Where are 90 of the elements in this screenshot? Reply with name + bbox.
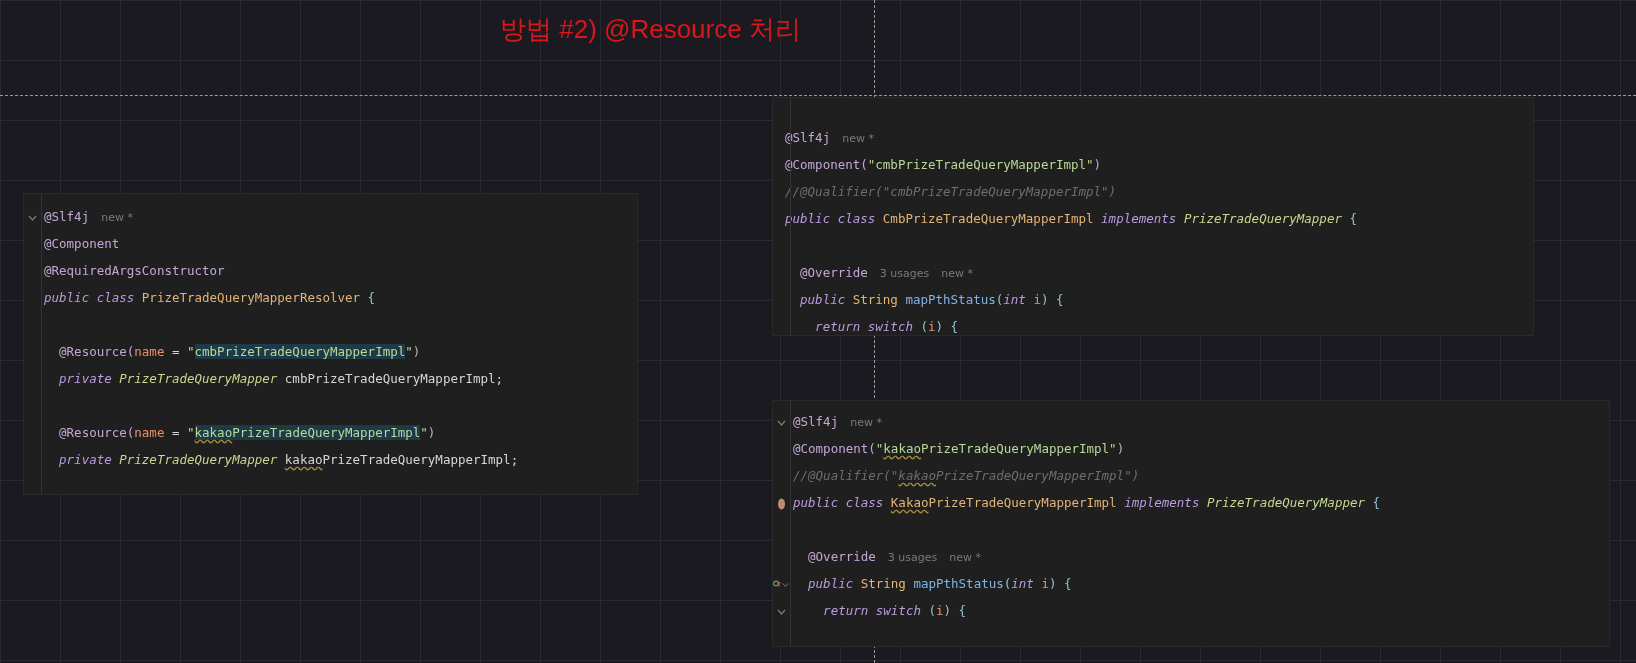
code-token: (	[920, 319, 928, 335]
code-token: )	[427, 425, 436, 441]
code-token: @Component	[44, 236, 120, 252]
code-token: @Slf4j	[44, 209, 90, 225]
code-token: (	[1003, 576, 1012, 592]
code-token: public	[799, 292, 847, 308]
code-token: "	[420, 425, 428, 441]
code-token: public	[807, 576, 855, 592]
code-token: String	[852, 292, 899, 308]
code-token: "	[187, 344, 195, 360]
code-token: CmbPrizeTradeQueryMapperImpl	[882, 211, 1095, 227]
code-token: implements	[1124, 495, 1201, 511]
code-token: PrizeTradeQueryMapperResolver	[141, 290, 361, 306]
code-token: PrizeTradeQueryMapperImpl	[232, 425, 421, 441]
inlay-hint: new *	[941, 267, 973, 281]
code-token: mapPthStatus	[905, 292, 996, 308]
code-token: ) {	[943, 603, 967, 619]
code-token: i	[1041, 576, 1049, 592]
code-token: {	[366, 290, 376, 306]
code-token: PrizeTradeQueryMapper	[1206, 495, 1365, 511]
code-token: "cmbPrizeTradeQueryMapperImpl"	[867, 157, 1094, 173]
inlay-hint: new *	[949, 551, 981, 565]
code-token: =	[170, 344, 181, 360]
code-token: //@Qualifier("	[793, 468, 899, 484]
code-token: i	[936, 603, 944, 619]
code-token: )	[1116, 441, 1125, 457]
code-token: kakao	[284, 452, 323, 468]
code-token: =	[170, 425, 181, 441]
code-token: public class	[793, 495, 885, 511]
inlay-hint: 3 usages	[887, 551, 938, 565]
code-token: i	[1033, 292, 1041, 308]
canvas-title: 방법 #2) @Resource 처리	[500, 13, 801, 46]
code-token: "	[405, 344, 413, 360]
code-token: Kakao	[890, 495, 929, 511]
code-token: @Override	[807, 549, 876, 565]
code-token: String	[860, 576, 907, 592]
code-token: private	[58, 452, 113, 468]
inlay-hint: new *	[850, 416, 882, 430]
code-token: cmbPrizeTradeQueryMapperImpl;	[284, 371, 504, 387]
code-token: PrizeTradeQueryMapperImpl;	[322, 452, 519, 468]
fold-chevron-icon[interactable]	[27, 214, 37, 221]
inlay-hint: new *	[101, 211, 133, 225]
code-token: public class	[44, 290, 136, 306]
inlay-hint: new *	[842, 132, 874, 146]
code-token: return switch	[822, 603, 922, 619]
code-token: )	[412, 344, 421, 360]
code-token: @RequiredArgsConstructor	[44, 263, 225, 279]
code-token: {	[1371, 495, 1381, 511]
code-token: i	[928, 319, 936, 335]
code-token: private	[58, 371, 113, 387]
code-token: "	[875, 441, 884, 457]
code-token: (	[928, 603, 936, 619]
inlay-hint: 3 usages	[879, 267, 930, 281]
code-token: )	[1093, 157, 1102, 173]
code-token: kakao	[898, 468, 936, 484]
code-token: implements	[1101, 211, 1178, 227]
code-token: name	[134, 344, 165, 360]
code-token: @Component(	[793, 441, 876, 457]
fold-chevron-icon[interactable]	[782, 581, 789, 588]
code-token: ) {	[935, 319, 959, 335]
code-token: int	[1011, 576, 1035, 592]
code-token: int	[1003, 292, 1027, 308]
code-token: kakao	[194, 425, 233, 441]
code-token: mapPthStatus	[913, 576, 1004, 592]
code-token: cmbPrizeTradeQueryMapperImpl	[194, 344, 406, 360]
code-token: ) {	[1040, 292, 1064, 308]
code-token: //@Qualifier("cmbPrizeTradeQueryMapperImpl")	[785, 184, 1117, 200]
code-token: PrizeTradeQueryMapperImpl	[928, 495, 1118, 511]
code-token: @Override	[799, 265, 868, 281]
code-token: PrizeTradeQueryMapperImpl"	[920, 441, 1117, 457]
code-token: @Resource(	[58, 344, 135, 360]
code-token: kakao	[883, 441, 921, 457]
bean-icon[interactable]	[776, 497, 786, 510]
code-token: {	[1348, 211, 1357, 227]
code-token: return switch	[814, 319, 914, 335]
code-token: name	[134, 425, 165, 441]
code-token: (	[995, 292, 1004, 308]
code-token: PrizeTradeQueryMapper	[1183, 211, 1342, 227]
code-token: PrizeTradeQueryMapperImpl")	[936, 468, 1140, 484]
code-token: PrizeTradeQueryMapper	[119, 452, 279, 468]
code-token: public class	[785, 211, 877, 227]
fold-chevron-icon[interactable]	[776, 419, 786, 426]
code-token: @Slf4j	[793, 414, 839, 430]
code-token: @Resource(	[58, 425, 135, 441]
code-token: PrizeTradeQueryMapper	[119, 371, 279, 387]
fold-chevron-icon[interactable]	[776, 608, 786, 615]
code-token: ) {	[1048, 576, 1072, 592]
code-token: @Slf4j	[785, 130, 831, 146]
code-token: "	[187, 425, 195, 441]
code-token: @Component(	[785, 157, 868, 173]
